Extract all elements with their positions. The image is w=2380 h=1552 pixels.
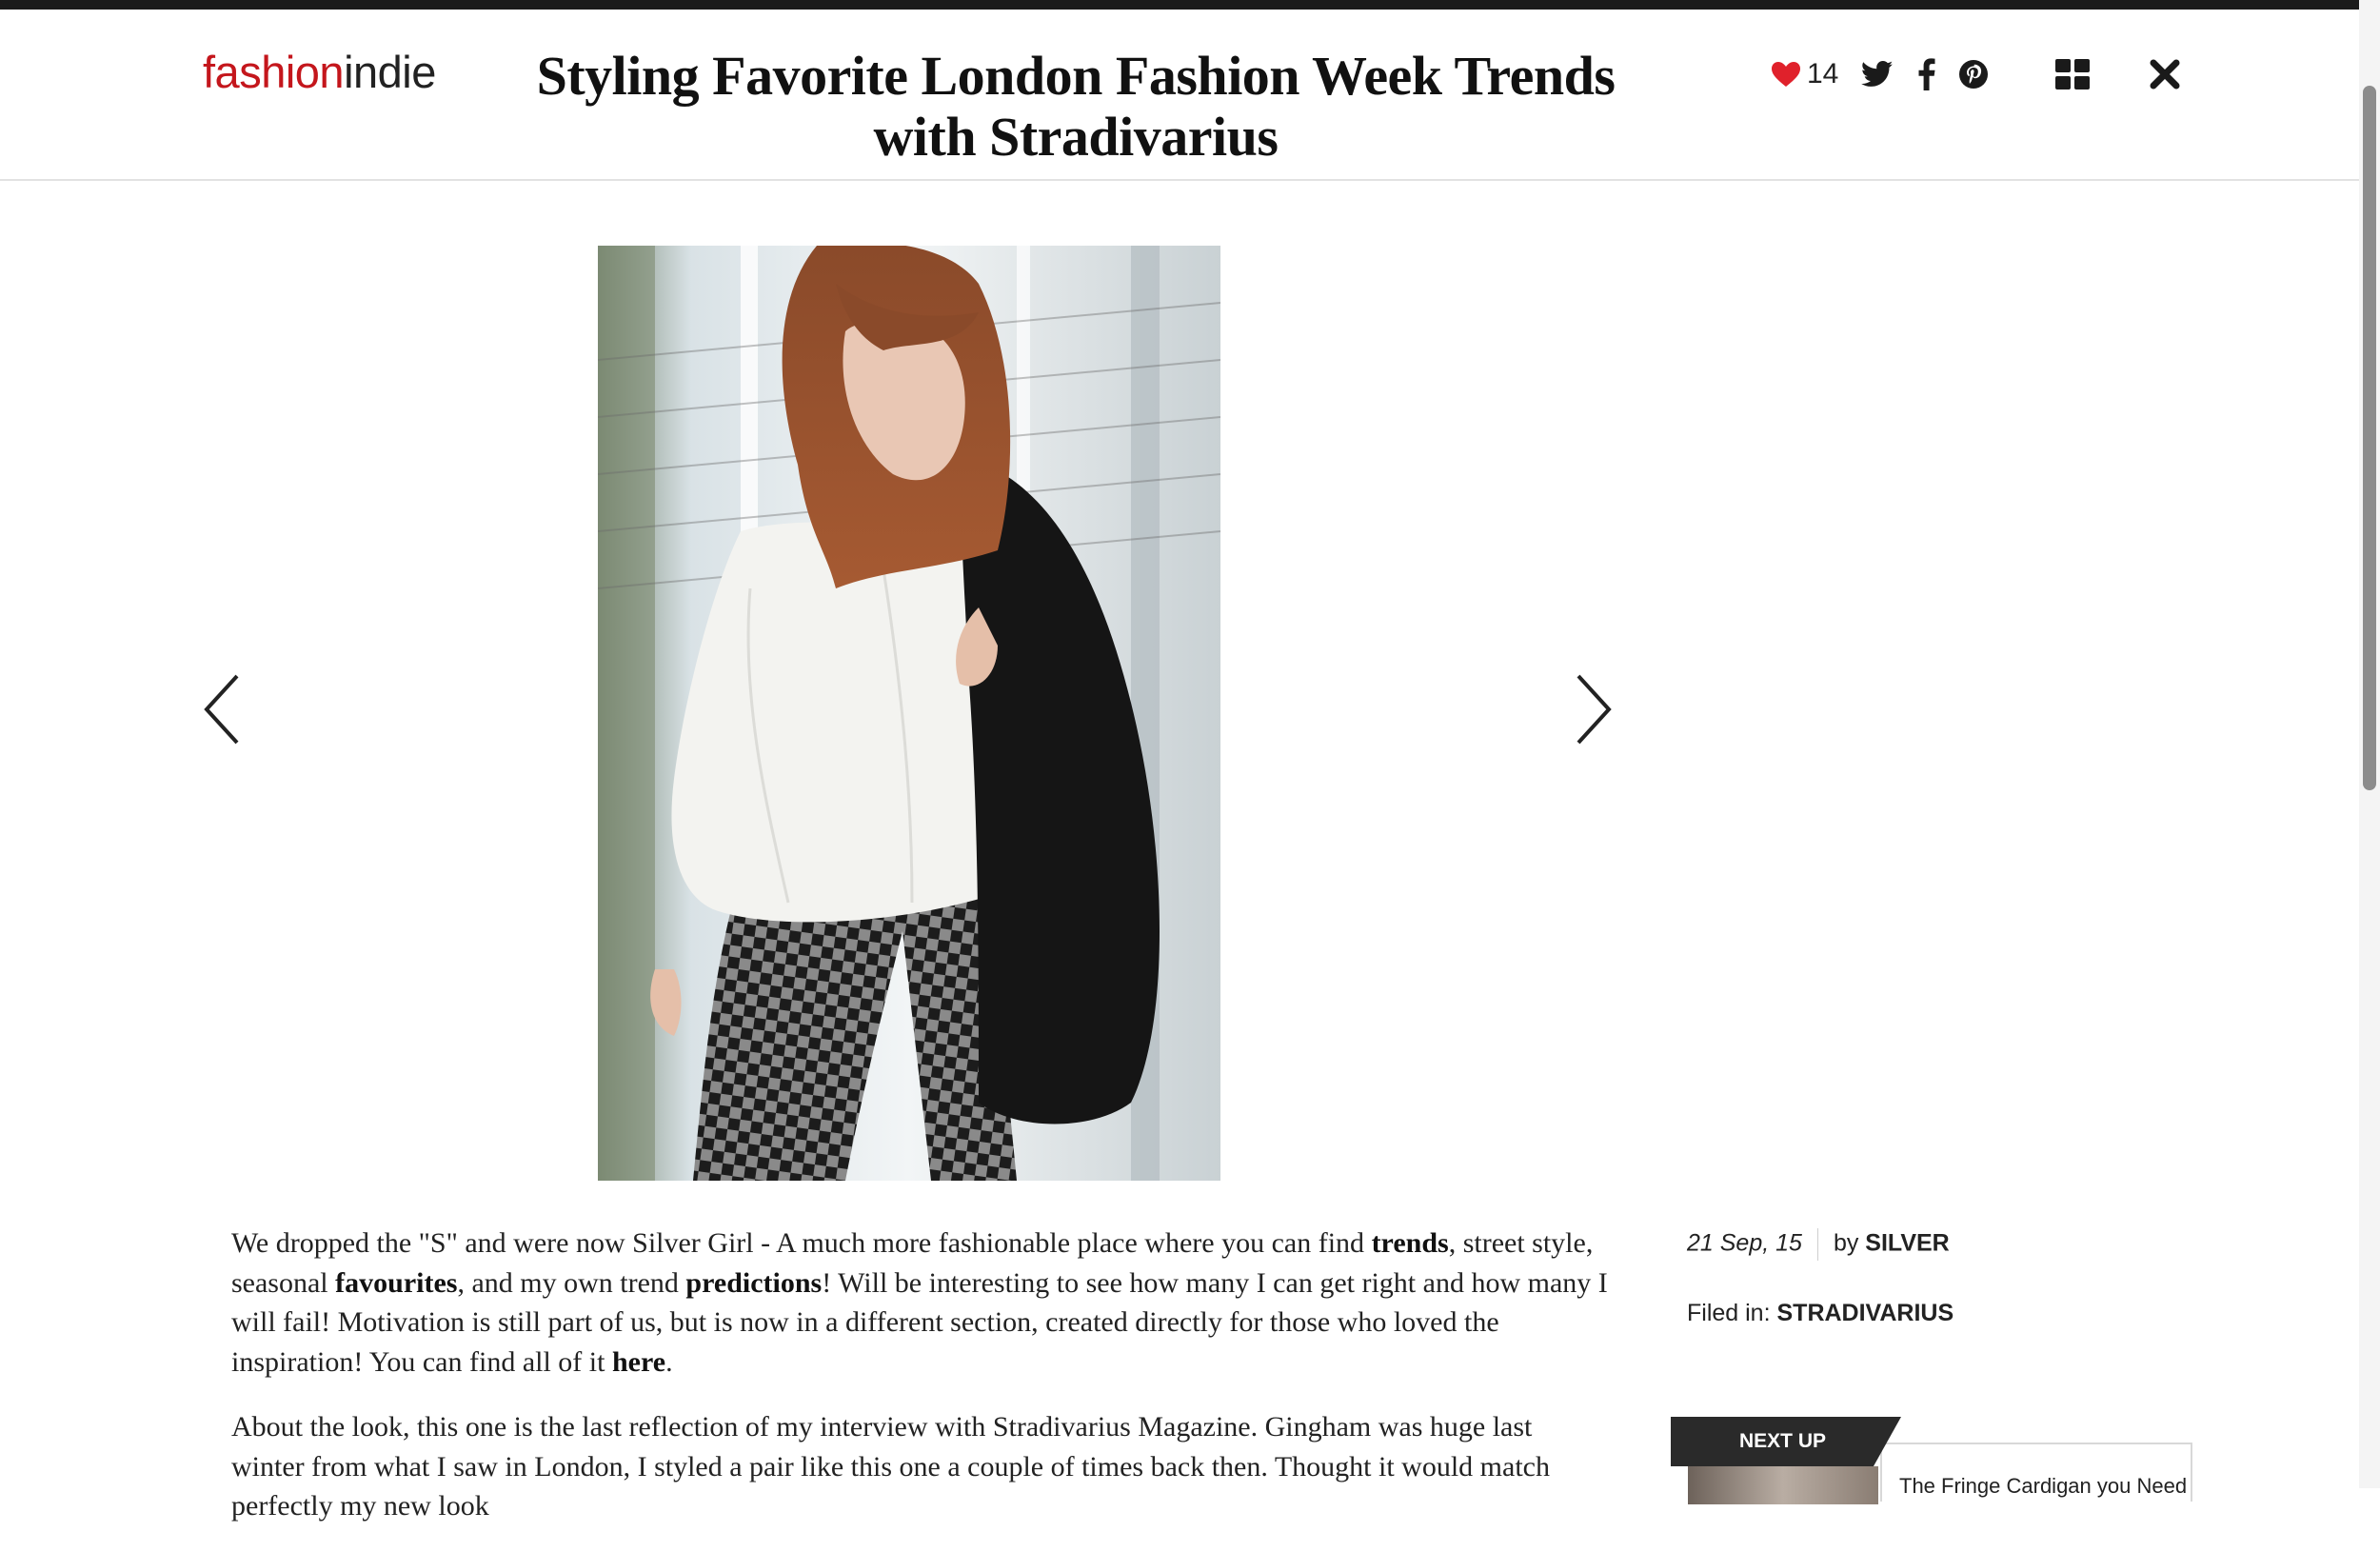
top-bar (0, 0, 2380, 10)
twitter-icon (1861, 61, 1894, 87)
article-paragraph-1: We dropped the "S" and were now Silver G… (231, 1224, 1612, 1382)
logo-fashion: fashion (203, 47, 345, 97)
filed-label: Filed in: (1687, 1300, 1771, 1326)
page-scrollbar[interactable] (2359, 0, 2380, 1488)
next-up-label: NEXT UP (1671, 1417, 1901, 1466)
close-icon (2150, 59, 2180, 90)
article-link[interactable]: favourites (335, 1267, 457, 1299)
by-label: by (1833, 1229, 1859, 1257)
heart-icon (1772, 62, 1800, 87)
author-link[interactable]: SILVER (1865, 1230, 1949, 1257)
scrollbar-thumb[interactable] (2363, 86, 2376, 790)
next-up-thumbnail[interactable] (1688, 1466, 1878, 1504)
category-link[interactable]: STRADIVARIUS (1777, 1300, 1954, 1326)
article-header: fashionindie Styling Favorite London Fas… (0, 10, 2359, 181)
article-text: , and my own trend (457, 1266, 686, 1299)
article-title: Styling Favorite London Fashion Week Tre… (536, 45, 1616, 168)
post-meta: 21 Sep, 15 by SILVER (1687, 1228, 1950, 1261)
header-actions: 14 (1771, 46, 2181, 103)
previous-slide-button[interactable] (195, 667, 252, 752)
post-date: 21 Sep, 15 (1687, 1229, 1802, 1257)
next-up-title[interactable]: The Fringe Cardigan you Need (1899, 1474, 2187, 1499)
article-text: . (665, 1345, 673, 1378)
next-up-widget[interactable]: NEXT UP The Fringe Cardigan you Need (1671, 1417, 2192, 1504)
article-link[interactable]: trends (1372, 1227, 1449, 1259)
like-button[interactable]: 14 (1771, 58, 1838, 90)
twitter-share-button[interactable] (1861, 61, 1894, 88)
pinterest-icon (1959, 60, 1989, 89)
filed-in: Filed in: STRADIVARIUS (1687, 1300, 1954, 1327)
facebook-icon (1918, 58, 1935, 90)
like-count: 14 (1807, 58, 1839, 90)
chevron-left-icon (204, 674, 239, 745)
chevron-right-icon (1577, 674, 1612, 745)
gallery-photo (598, 246, 1220, 1181)
article-text: We dropped the "S" and were now Silver G… (231, 1227, 1372, 1259)
logo-indie: indie (344, 47, 436, 97)
grid-icon (2055, 59, 2091, 90)
article-body: We dropped the "S" and were now Silver G… (231, 1224, 1612, 1552)
pinterest-share-button[interactable] (1958, 59, 1989, 90)
next-slide-button[interactable] (1563, 667, 1620, 752)
article-paragraph-2: About the look, this one is the last ref… (231, 1411, 1550, 1522)
meta-divider (1816, 1228, 1818, 1261)
gallery-grid-button[interactable] (2055, 59, 2091, 90)
photo-illustration (598, 246, 1220, 1181)
article-link[interactable]: predictions (685, 1267, 822, 1299)
close-button[interactable] (2149, 58, 2181, 90)
article-link[interactable]: here (612, 1346, 665, 1378)
facebook-share-button[interactable] (1918, 58, 1935, 90)
site-logo[interactable]: fashionindie (203, 46, 436, 98)
